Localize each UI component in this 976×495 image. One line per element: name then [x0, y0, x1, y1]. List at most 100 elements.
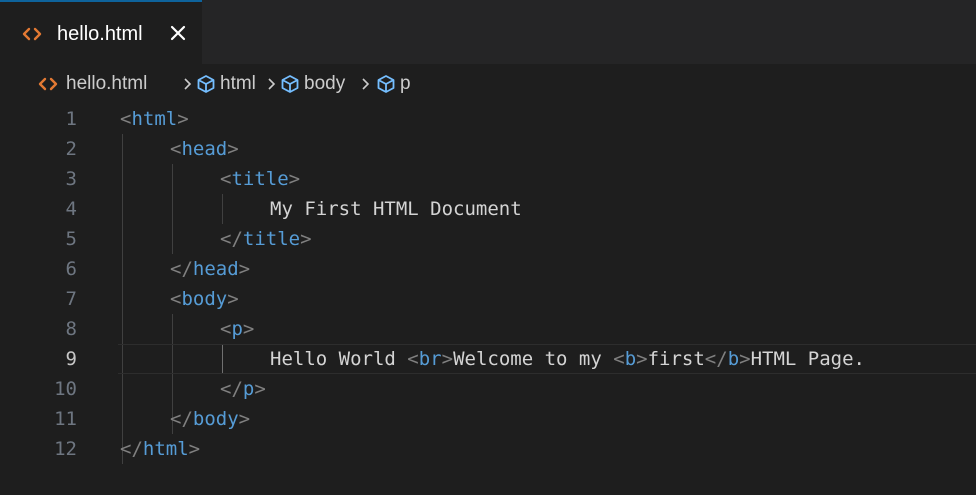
chevron-right-icon [362, 78, 370, 90]
code-line[interactable]: 7 <body> [0, 284, 976, 314]
token-txt: HTML Page. [750, 348, 865, 370]
token-punc: > [739, 348, 751, 370]
code-editor[interactable]: 1 <html> 2 <head> 3 <title> 4 My First HTML Doc… [0, 104, 976, 495]
token-txt: My First HTML Document [270, 198, 522, 220]
token-tag: head [192, 258, 239, 280]
token-punc: </ [120, 438, 143, 460]
html-file-icon [38, 77, 58, 91]
token-punc: > [441, 348, 454, 370]
token-tag: p [242, 378, 255, 400]
token-tag: body [181, 288, 228, 310]
token-punc: </ [170, 258, 193, 280]
token-tag: head [181, 138, 228, 160]
token-punc: > [177, 108, 189, 130]
breadcrumb-item-html[interactable]: html [196, 71, 256, 97]
code-line[interactable]: 2 <head> [0, 134, 976, 164]
token-punc: > [188, 438, 201, 460]
token-punc: > [238, 258, 251, 280]
html-file-icon [22, 27, 42, 41]
token-punc: > [238, 408, 251, 430]
token-punc: < [613, 348, 625, 370]
code-line[interactable]: 4 My First HTML Document [0, 194, 976, 224]
token-tag: br [418, 348, 442, 370]
token-tag: title [231, 168, 289, 190]
line-number: 5 [65, 228, 77, 250]
token-punc: </ [170, 408, 193, 430]
code-line[interactable]: 11 </body> [0, 404, 976, 434]
line-number: 2 [65, 138, 77, 160]
code-text: </body> [170, 404, 250, 434]
token-punc: > [636, 348, 648, 370]
token-punc: </ [704, 348, 728, 370]
breadcrumb-item-body[interactable]: body [280, 71, 345, 97]
line-number: 7 [65, 288, 77, 310]
line-number: 4 [65, 198, 77, 220]
code-text: Hello World <br>Welcome to my <b>first</… [270, 344, 865, 374]
code-text: <p> [220, 314, 254, 344]
tab-label: hello.html [57, 23, 143, 45]
line-number: 10 [54, 378, 77, 400]
token-tag: html [142, 438, 189, 460]
code-text: </p> [220, 374, 266, 404]
line-number: 12 [54, 438, 77, 460]
line-number: 9 [65, 348, 77, 370]
code-text: </title> [220, 224, 312, 254]
code-text: <title> [220, 164, 300, 194]
code-line[interactable]: 8 <p> [0, 314, 976, 344]
token-tag: p [231, 318, 243, 340]
symbol-element-icon [377, 75, 395, 93]
token-tag: b [624, 348, 637, 370]
breadcrumb-label: p [400, 73, 411, 94]
symbol-element-icon [197, 75, 215, 93]
token-punc: </ [220, 378, 243, 400]
token-punc: > [242, 318, 255, 340]
code-text: </head> [170, 254, 250, 284]
code-line[interactable]: 3 <title> [0, 164, 976, 194]
chevron-right-icon [268, 78, 276, 90]
line-number: 6 [65, 258, 77, 280]
code-line[interactable]: 6 </head> [0, 254, 976, 284]
line-number: 3 [65, 168, 77, 190]
code-text: My First HTML Document [270, 194, 522, 224]
token-tag: html [131, 108, 178, 130]
breadcrumb-label: html [220, 73, 256, 94]
code-text: <html> [120, 104, 189, 134]
line-number: 8 [65, 318, 77, 340]
token-txt: Hello World [270, 348, 408, 370]
token-punc: > [227, 138, 239, 160]
code-text: <head> [170, 134, 239, 164]
tab-bar: hello.html [0, 0, 976, 64]
chevron-right-icon [184, 78, 192, 90]
token-punc: > [300, 228, 312, 250]
line-number: 11 [54, 408, 77, 430]
token-punc: </ [220, 228, 243, 250]
code-line[interactable]: 10 </p> [0, 374, 976, 404]
breadcrumb: hello.html html body p [0, 64, 976, 104]
token-txt: first [647, 348, 705, 370]
breadcrumb-item-p[interactable]: p [376, 71, 411, 97]
code-line[interactable]: 9 Hello World <br>Welcome to my <b>first<… [0, 344, 976, 374]
token-txt: Welcome to my [453, 348, 614, 370]
token-tag: title [242, 228, 301, 250]
code-text: <body> [170, 284, 239, 314]
code-line[interactable]: 1 <html> [0, 104, 976, 134]
token-punc: < [407, 348, 419, 370]
code-line[interactable]: 5 </title> [0, 224, 976, 254]
line-number: 1 [65, 108, 77, 130]
breadcrumb-item-file[interactable]: hello.html [38, 71, 147, 97]
token-punc: > [227, 288, 239, 310]
tab-hello-html[interactable]: hello.html [0, 0, 202, 64]
breadcrumb-label: hello.html [66, 73, 148, 94]
token-punc: < [170, 138, 182, 160]
token-tag: body [192, 408, 239, 430]
code-line[interactable]: 12 </html> [0, 434, 976, 464]
token-tag: b [727, 348, 740, 370]
token-punc: > [254, 378, 266, 400]
token-punc: > [288, 168, 301, 190]
symbol-element-icon [281, 75, 299, 93]
token-punc: < [220, 168, 232, 190]
breadcrumb-label: body [304, 73, 346, 94]
close-icon[interactable] [168, 23, 188, 43]
token-punc: < [120, 108, 132, 130]
token-punc: < [170, 288, 182, 310]
